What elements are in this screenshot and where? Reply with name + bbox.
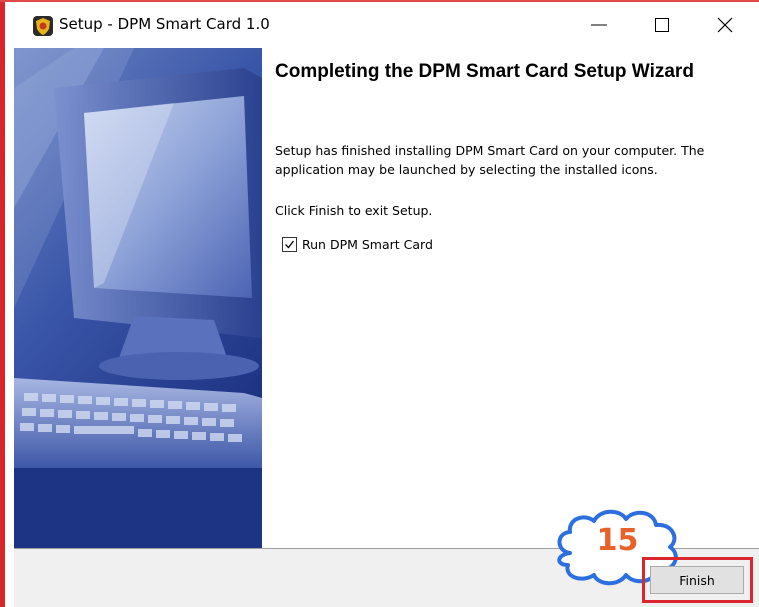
step-number: 15 xyxy=(596,523,639,558)
run-app-checkbox[interactable] xyxy=(282,236,297,252)
close-icon xyxy=(717,17,733,33)
checkmark-icon xyxy=(285,240,295,248)
maximize-button[interactable] xyxy=(635,2,689,48)
wizard-heading: Completing the DPM Smart Card Setup Wiza… xyxy=(275,61,694,82)
close-button[interactable] xyxy=(698,2,752,48)
completion-description: Setup has finished installing DPM Smart … xyxy=(275,143,705,177)
finish-button[interactable]: Finish xyxy=(650,566,744,594)
red-border-left xyxy=(0,0,5,607)
computer-monitor-keyboard-illustration xyxy=(14,48,262,548)
maximize-icon xyxy=(655,18,669,32)
exit-instruction: Click Finish to exit Setup. xyxy=(275,203,433,218)
window-title: Setup - DPM Smart Card 1.0 xyxy=(59,15,270,33)
setup-window: Setup - DPM Smart Card 1.0 Completing th… xyxy=(0,0,759,607)
minimize-button[interactable] xyxy=(572,2,626,48)
wizard-content: Completing the DPM Smart Card Setup Wiza… xyxy=(262,48,759,548)
minimize-icon xyxy=(591,24,607,26)
run-app-label[interactable]: Run DPM Smart Card xyxy=(302,237,433,252)
wizard-side-image xyxy=(14,48,262,548)
setup-shield-icon xyxy=(32,15,54,37)
run-app-option[interactable]: Run DPM Smart Card xyxy=(282,234,433,254)
title-bar[interactable]: Setup - DPM Smart Card 1.0 xyxy=(5,2,759,48)
